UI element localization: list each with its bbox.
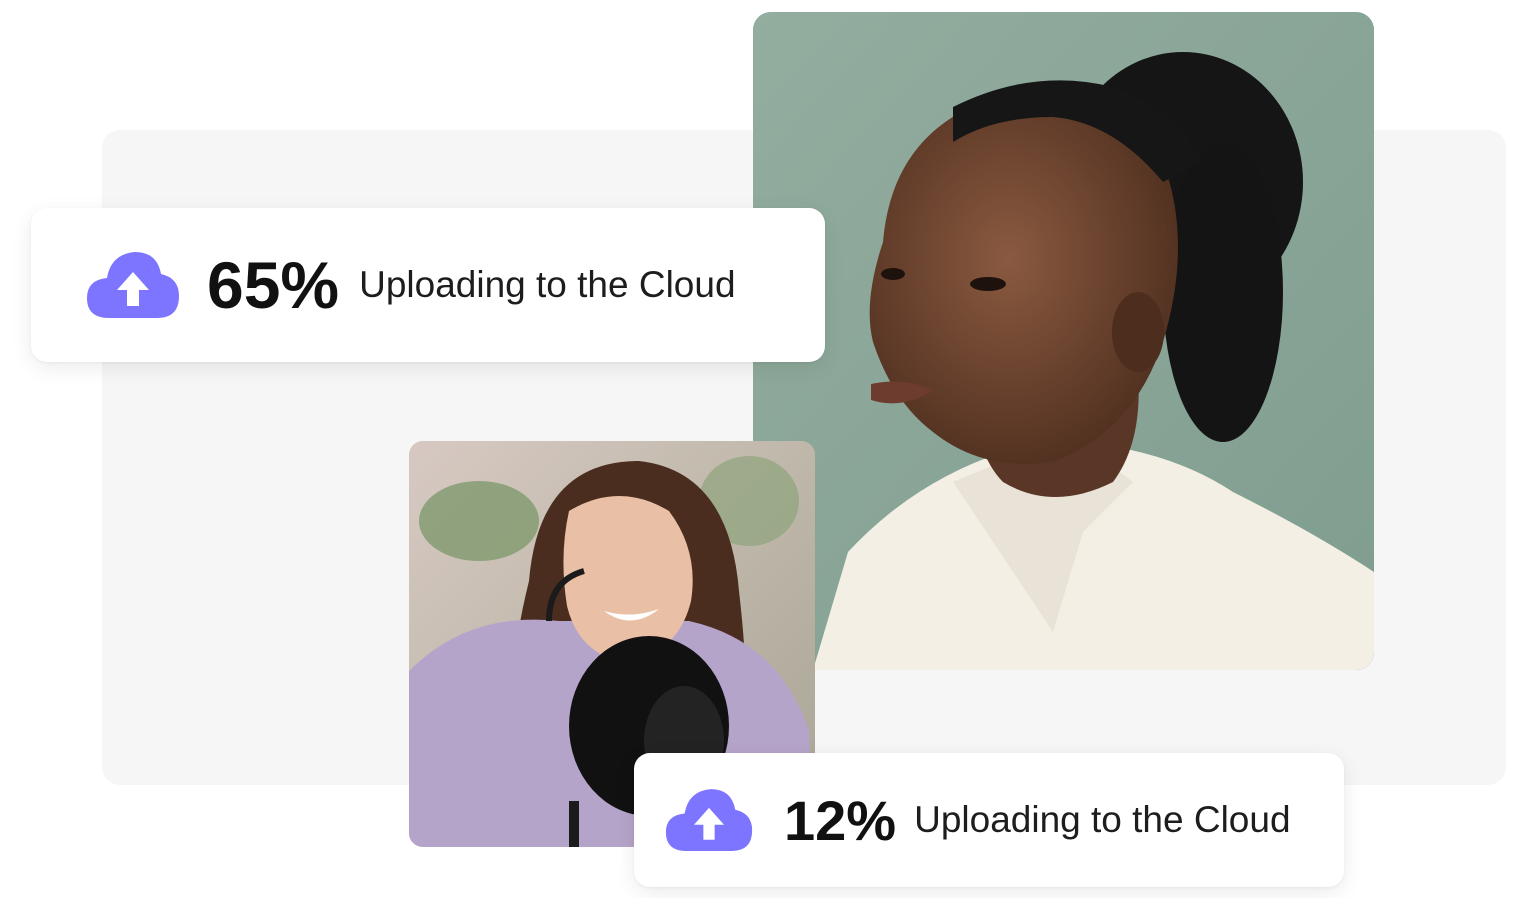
upload-status-text: Uploading to the Cloud — [914, 799, 1291, 840]
upload-card-primary: 65% Uploading to the Cloud — [31, 208, 825, 362]
portrait-photo — [753, 12, 1374, 670]
cloud-upload-icon — [87, 252, 179, 318]
cloud-upload-icon — [665, 789, 753, 851]
portrait-illustration — [753, 12, 1374, 670]
hero-stage: 65% Uploading to the Cloud 12% Uploading… — [0, 0, 1516, 898]
upload-card-secondary: 12% Uploading to the Cloud — [634, 753, 1344, 887]
upload-status-text: Uploading to the Cloud — [359, 264, 736, 305]
upload-percent: 12% — [784, 788, 897, 852]
upload-percent: 65% — [207, 248, 340, 322]
